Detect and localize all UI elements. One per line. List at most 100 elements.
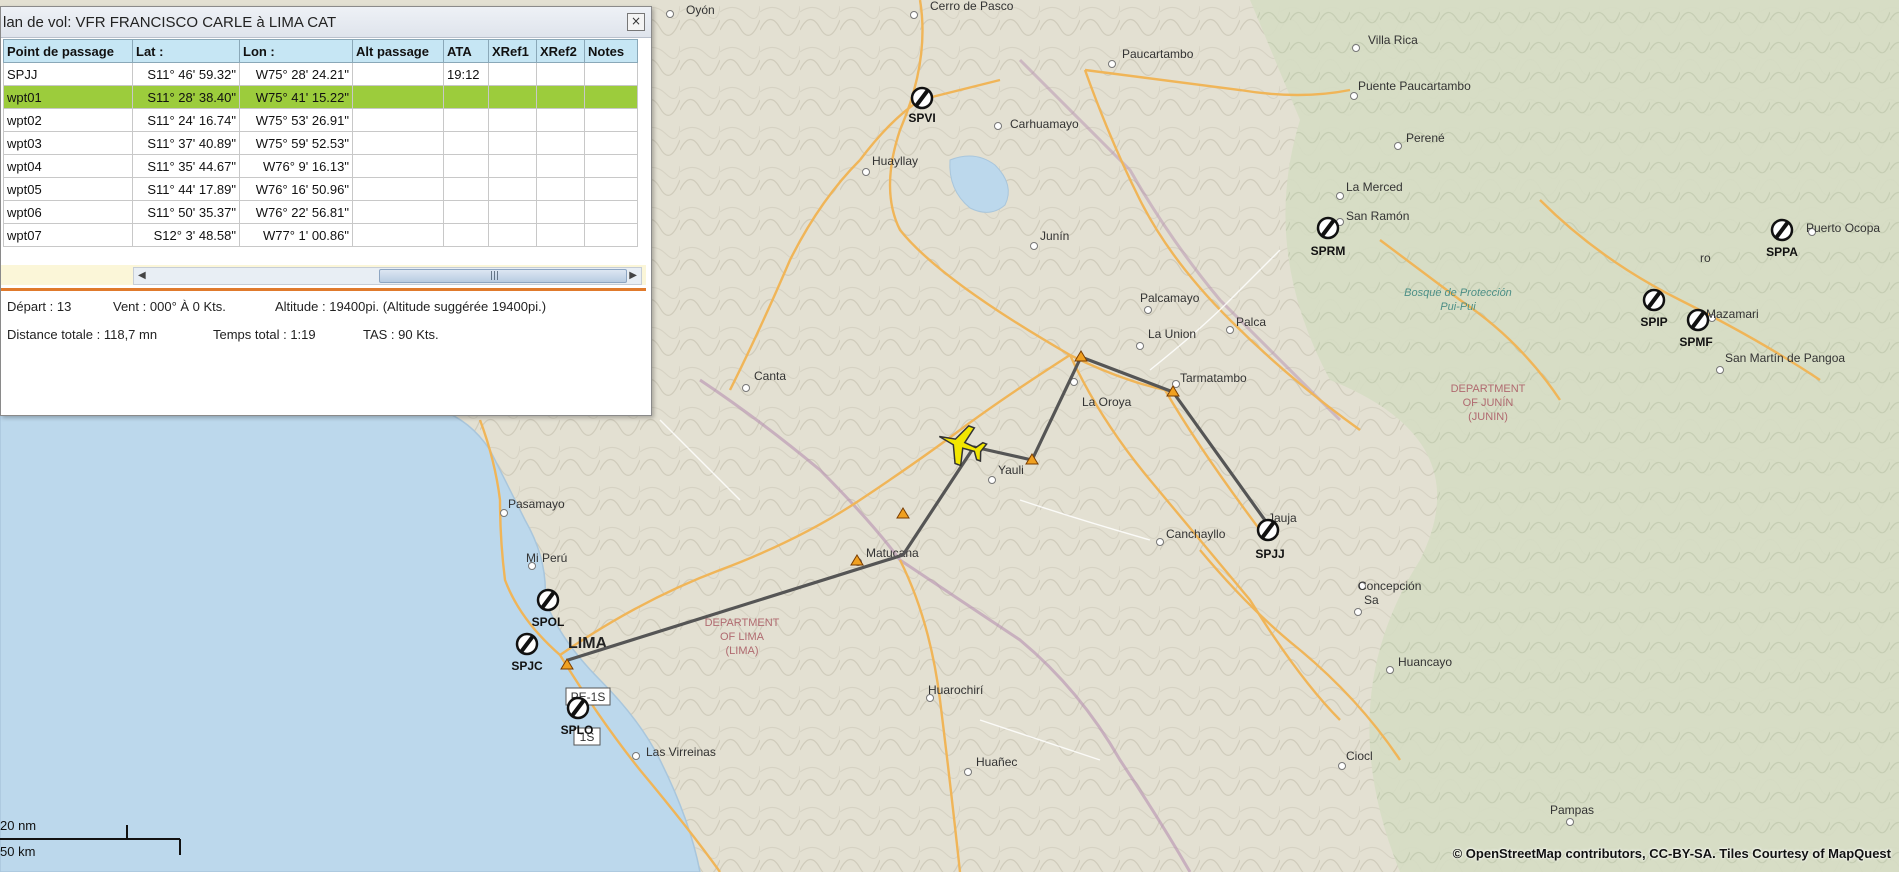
table-cell-lon[interactable]: W76° 9' 16.13" [239, 154, 353, 178]
table-cell-alt[interactable] [352, 108, 444, 132]
flight-plan-window[interactable]: lan de vol: VFR FRANCISCO CARLE à LIMA C… [0, 6, 652, 416]
table-cell-ata[interactable] [443, 154, 489, 178]
waypoint-table[interactable]: Point de passage Lat : Lon : Alt passage… [3, 39, 638, 247]
table-cell-xref2[interactable] [536, 223, 585, 247]
table-cell-xref1[interactable] [488, 200, 537, 224]
table-cell-lat[interactable]: S11° 24' 16.74" [132, 108, 240, 132]
table-row[interactable]: wpt05 S11° 44' 17.89" W76° 16' 50.96" [3, 177, 638, 201]
table-cell-notes[interactable] [584, 131, 638, 155]
svg-text:SPJJ: SPJJ [1255, 547, 1284, 561]
close-button[interactable]: × [627, 13, 645, 31]
column-header-alt[interactable]: Alt passage [352, 39, 444, 63]
table-row[interactable]: SPJJ S11° 46' 59.32" W75° 28' 24.21" 19:12 [3, 62, 638, 86]
table-cell-lon[interactable]: W75° 41' 15.22" [239, 85, 353, 109]
place-label: Canchayllo [1166, 527, 1226, 541]
place-label: Puerto Ocopa [1806, 221, 1880, 235]
table-cell-xref2[interactable] [536, 85, 585, 109]
table-cell-xref1[interactable] [488, 223, 537, 247]
table-row[interactable]: wpt04 S11° 35' 44.67" W76° 9' 16.13" [3, 154, 638, 178]
column-header-xref1[interactable]: XRef1 [488, 39, 537, 63]
table-cell-xref2[interactable] [536, 62, 585, 86]
table-cell-lon[interactable]: W75° 53' 26.91" [239, 108, 353, 132]
table-cell-notes[interactable] [584, 177, 638, 201]
table-cell-ata[interactable] [443, 177, 489, 201]
column-header-notes[interactable]: Notes [584, 39, 638, 63]
table-cell-ata[interactable] [443, 85, 489, 109]
svg-text:SPRM: SPRM [1311, 244, 1346, 258]
table-cell-alt[interactable] [352, 131, 444, 155]
table-row[interactable]: wpt01 S11° 28' 38.40" W75° 41' 15.22" [3, 85, 638, 109]
table-cell-xref2[interactable] [536, 177, 585, 201]
table-cell-name[interactable]: wpt07 [3, 223, 133, 247]
table-cell-xref2[interactable] [536, 154, 585, 178]
table-cell-xref1[interactable] [488, 62, 537, 86]
table-cell-name[interactable]: wpt04 [3, 154, 133, 178]
table-cell-ata[interactable] [443, 108, 489, 132]
table-cell-ata[interactable] [443, 200, 489, 224]
svg-text:Pui-Pui: Pui-Pui [1440, 301, 1476, 313]
table-row[interactable]: wpt03 S11° 37' 40.89" W75° 59' 52.53" [3, 131, 638, 155]
table-cell-name[interactable]: wpt05 [3, 177, 133, 201]
table-cell-lat[interactable]: S11° 28' 38.40" [132, 85, 240, 109]
table-row[interactable]: wpt07 S12° 3' 48.58" W77° 1' 00.86" [3, 223, 638, 247]
table-cell-alt[interactable] [352, 223, 444, 247]
scrollbar-track[interactable]: ◀ ||| ▶ [133, 267, 642, 285]
table-cell-xref2[interactable] [536, 200, 585, 224]
table-cell-ata[interactable] [443, 131, 489, 155]
column-header-point[interactable]: Point de passage [3, 39, 133, 63]
table-cell-ata[interactable] [443, 223, 489, 247]
table-cell-notes[interactable] [584, 223, 638, 247]
table-cell-lon[interactable]: W75° 59' 52.53" [239, 131, 353, 155]
table-cell-xref1[interactable] [488, 108, 537, 132]
scroll-left-icon[interactable]: ◀ [138, 270, 146, 281]
table-cell-notes[interactable] [584, 62, 638, 86]
time-info: Temps total : 1:19 [213, 327, 316, 342]
table-row[interactable]: wpt06 S11° 50' 35.37" W76° 22' 56.81" [3, 200, 638, 224]
column-header-xref2[interactable]: XRef2 [536, 39, 585, 63]
table-cell-lon[interactable]: W76° 16' 50.96" [239, 177, 353, 201]
table-cell-alt[interactable] [352, 154, 444, 178]
table-cell-lat[interactable]: S11° 37' 40.89" [132, 131, 240, 155]
table-cell-alt[interactable] [352, 85, 444, 109]
panel-separator[interactable] [1, 288, 646, 291]
table-cell-alt[interactable] [352, 177, 444, 201]
table-cell-alt[interactable] [352, 62, 444, 86]
table-cell-notes[interactable] [584, 108, 638, 132]
table-cell-xref2[interactable] [536, 108, 585, 132]
table-cell-alt[interactable] [352, 200, 444, 224]
place-label: Paucartambo [1122, 47, 1194, 61]
table-cell-name[interactable]: wpt06 [3, 200, 133, 224]
column-header-ata[interactable]: ATA [443, 39, 489, 63]
column-header-lat[interactable]: Lat : [132, 39, 240, 63]
table-cell-lat[interactable]: S11° 46' 59.32" [132, 62, 240, 86]
table-cell-name[interactable]: wpt02 [3, 108, 133, 132]
table-cell-xref1[interactable] [488, 85, 537, 109]
svg-text:OF JUNÍN: OF JUNÍN [1463, 396, 1514, 409]
table-cell-notes[interactable] [584, 200, 638, 224]
table-cell-lat[interactable]: S11° 50' 35.37" [132, 200, 240, 224]
table-cell-name[interactable]: wpt03 [3, 131, 133, 155]
window-titlebar[interactable]: lan de vol: VFR FRANCISCO CARLE à LIMA C… [1, 7, 651, 38]
table-cell-lon[interactable]: W75° 28' 24.21" [239, 62, 353, 86]
table-cell-ata[interactable]: 19:12 [443, 62, 489, 86]
table-cell-notes[interactable] [584, 154, 638, 178]
tas-info: TAS : 90 Kts. [363, 327, 439, 342]
table-cell-lat[interactable]: S12° 3' 48.58" [132, 223, 240, 247]
table-cell-xref1[interactable] [488, 131, 537, 155]
table-cell-lat[interactable]: S11° 44' 17.89" [132, 177, 240, 201]
table-cell-xref2[interactable] [536, 131, 585, 155]
table-cell-name[interactable]: SPJJ [3, 62, 133, 86]
table-cell-notes[interactable] [584, 85, 638, 109]
table-cell-name[interactable]: wpt01 [3, 85, 133, 109]
table-cell-lon[interactable]: W77° 1' 00.86" [239, 223, 353, 247]
table-cell-lon[interactable]: W76° 22' 56.81" [239, 200, 353, 224]
table-cell-lat[interactable]: S11° 35' 44.67" [132, 154, 240, 178]
horizontal-scrollbar[interactable]: ◀ ||| ▶ [1, 265, 646, 285]
scroll-right-icon[interactable]: ▶ [629, 270, 637, 281]
place-label: Mazamari [1706, 307, 1759, 321]
table-cell-xref1[interactable] [488, 177, 537, 201]
table-cell-xref1[interactable] [488, 154, 537, 178]
column-header-lon[interactable]: Lon : [239, 39, 353, 63]
scrollbar-thumb[interactable]: ||| [379, 269, 627, 283]
table-row[interactable]: wpt02 S11° 24' 16.74" W75° 53' 26.91" [3, 108, 638, 132]
